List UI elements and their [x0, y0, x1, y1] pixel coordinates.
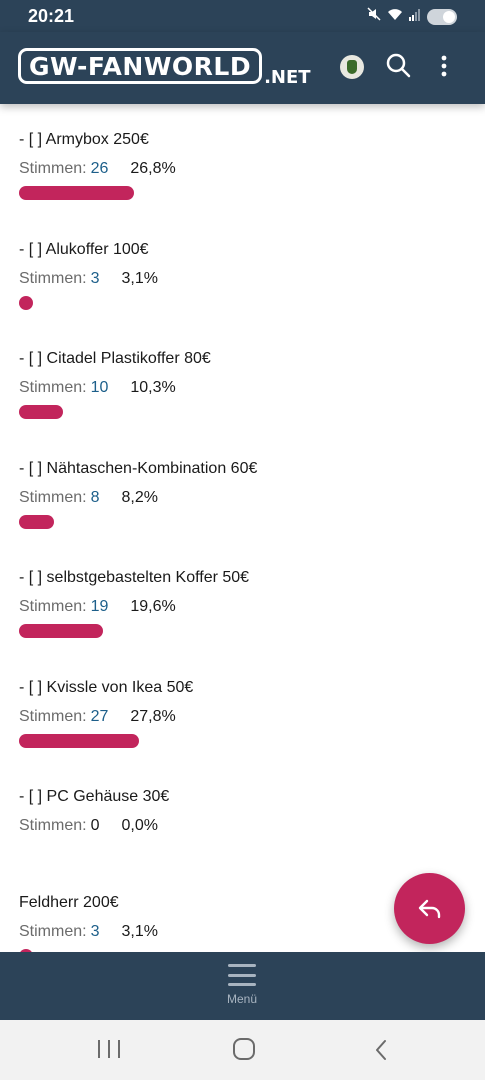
result-bar — [19, 514, 54, 529]
votes-label: Stimmen: — [19, 817, 87, 834]
vote-count[interactable]: 3 — [91, 264, 100, 294]
poll-option: - [ ] Alukoffer 100€ Stimmen: 3 3,1% — [19, 236, 459, 346]
menu-label: Menü — [226, 992, 258, 1006]
vote-percent: 26,8% — [130, 160, 176, 177]
vote-percent: 0,0% — [121, 817, 158, 834]
result-bar-track — [19, 186, 449, 200]
vote-percent: 3,1% — [121, 922, 158, 940]
vote-count: 0 — [90, 817, 100, 834]
search-button[interactable] — [384, 52, 412, 80]
poll-option-label: - [ ] Alukoffer 100€ — [19, 240, 149, 258]
signal-icon — [409, 8, 421, 26]
hamburger-icon — [228, 964, 256, 986]
result-bar-track — [19, 624, 449, 638]
votes-label: Stimmen: — [19, 269, 87, 287]
poll-option-stats: Stimmen: 3 3,1% — [19, 917, 459, 947]
poll-option: - [ ] selbstgebastelten Koffer 50€ Stimm… — [19, 564, 459, 674]
poll-results: - [ ] Armybox 250€ Stimmen: 26 26,8% - [… — [19, 126, 459, 998]
result-bar — [19, 405, 63, 419]
poll-option-label: - [ ] Armybox 250€ — [19, 131, 149, 148]
poll-option: - [ ] PC Gehäuse 30€ Stimmen: 0 0,0% — [19, 783, 459, 893]
poll-option-label: Feldherr 200€ — [19, 893, 119, 911]
result-bar — [19, 733, 139, 748]
system-nav-bar — [0, 1020, 485, 1080]
result-bar — [19, 624, 103, 638]
votes-label: Stimmen: — [19, 379, 87, 396]
poll-option-label: - [ ] Nähtaschen-Kombination 60€ — [19, 459, 258, 477]
more-options-button[interactable] — [432, 52, 456, 80]
poll-option: - [ ] Kvissle von Ikea 50€ Stimmen: 27 2… — [19, 674, 459, 784]
status-bar: 20:21 — [0, 0, 485, 32]
menu-button[interactable]: Menü — [212, 964, 272, 1012]
poll-option-stats: Stimmen: 26 26,8% — [19, 154, 459, 184]
vote-count[interactable]: 19 — [91, 592, 109, 622]
avatar[interactable] — [340, 55, 364, 79]
mute-icon — [367, 7, 381, 26]
poll-option-stats: Stimmen: 0 0,0% — [19, 811, 459, 841]
logo-main: GW-FANWORLD — [18, 48, 263, 84]
poll-option: - [ ] Armybox 250€ Stimmen: 26 26,8% — [19, 126, 459, 236]
vote-count[interactable]: 3 — [91, 917, 100, 947]
more-vert-icon — [441, 55, 447, 77]
poll-option-stats: Stimmen: 19 19,6% — [19, 592, 459, 622]
recent-apps-icon[interactable] — [98, 1040, 120, 1060]
result-bar-track — [19, 733, 449, 748]
votes-label: Stimmen: — [19, 922, 87, 940]
poll-option: - [ ] Nähtaschen-Kombination 60€ Stimmen… — [19, 455, 459, 565]
votes-label: Stimmen: — [19, 598, 87, 615]
search-icon — [386, 53, 411, 78]
poll-option-stats: Stimmen: 8 8,2% — [19, 483, 459, 513]
bottom-menu-bar: Menü — [0, 952, 485, 1020]
votes-label: Stimmen: — [19, 160, 87, 177]
reply-button[interactable] — [394, 873, 465, 944]
poll-option-stats: Stimmen: 27 27,8% — [19, 702, 459, 732]
app-header: GW-FANWORLD .NET — [0, 32, 485, 104]
vote-percent: 10,3% — [130, 379, 176, 396]
result-bar — [19, 295, 33, 310]
poll-option: - [ ] Citadel Plastikoffer 80€ Stimmen: … — [19, 345, 459, 455]
back-icon[interactable] — [372, 1038, 390, 1062]
vote-percent: 27,8% — [130, 707, 176, 725]
vote-count[interactable]: 26 — [91, 154, 109, 184]
poll-option-stats: Stimmen: 3 3,1% — [19, 264, 459, 294]
result-bar-track — [19, 295, 449, 310]
poll-option-label: - [ ] Citadel Plastikoffer 80€ — [19, 350, 211, 367]
poll-option-label: - [ ] Kvissle von Ikea 50€ — [19, 678, 194, 696]
vote-percent: 8,2% — [121, 488, 158, 506]
poll-option-label: - [ ] selbstgebastelten Koffer 50€ — [19, 569, 250, 586]
reply-icon — [418, 899, 440, 918]
battery-icon — [427, 8, 457, 25]
logo-suffix: .NET — [264, 67, 311, 88]
result-bar-track — [19, 405, 449, 419]
votes-label: Stimmen: — [19, 488, 87, 506]
vote-percent: 3,1% — [121, 269, 158, 287]
vote-percent: 19,6% — [130, 598, 176, 615]
system-icons — [367, 7, 457, 26]
poll-option-label: - [ ] PC Gehäuse 30€ — [19, 788, 170, 805]
wifi-icon — [387, 7, 403, 26]
votes-label: Stimmen: — [19, 707, 87, 725]
site-logo[interactable]: GW-FANWORLD .NET — [18, 46, 311, 88]
home-icon[interactable] — [233, 1038, 255, 1060]
result-bar — [19, 186, 134, 200]
result-bar-track — [19, 843, 449, 857]
vote-count[interactable]: 27 — [91, 702, 109, 732]
poll-option-stats: Stimmen: 10 10,3% — [19, 373, 459, 403]
status-time: 20:21 — [28, 6, 75, 26]
result-bar-track — [19, 514, 449, 529]
vote-count[interactable]: 10 — [91, 373, 109, 403]
vote-count[interactable]: 8 — [91, 483, 100, 513]
